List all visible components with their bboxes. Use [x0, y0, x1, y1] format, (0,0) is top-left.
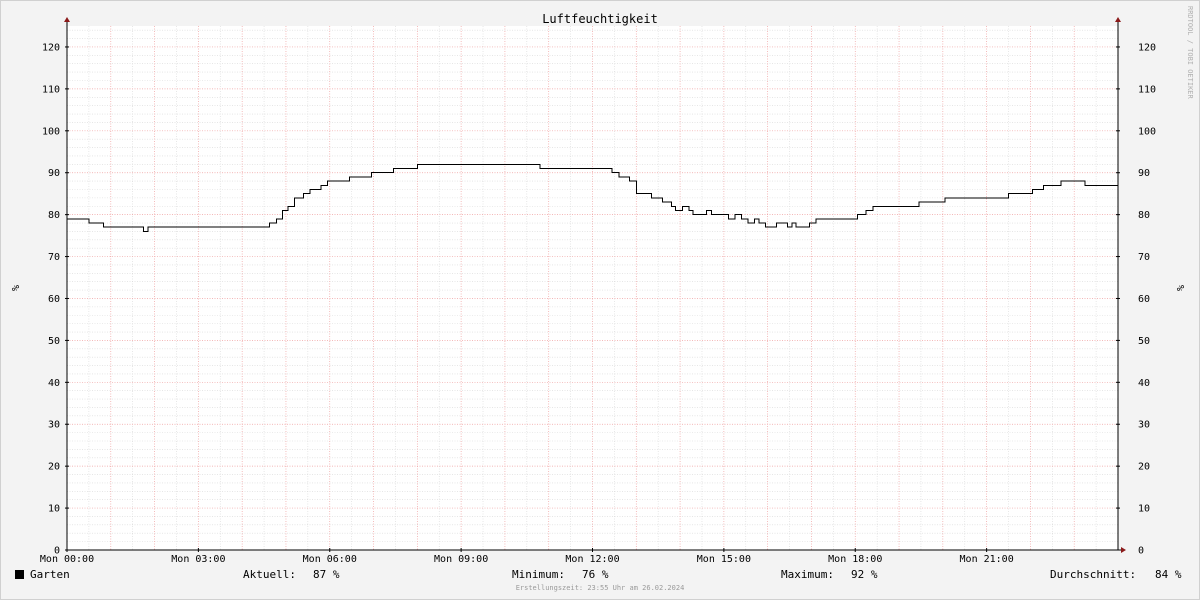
y-axis-label-left: %: [9, 285, 20, 291]
creation-timestamp: Erstellungszeit: 23:55 Uhr am 26.02.2024: [515, 584, 685, 592]
y-axis-arrow-left: [64, 17, 70, 22]
legend-series-name: Garten: [30, 568, 70, 581]
humidity-chart: 0 010 1020 2030 3040 4050 5060 6070 7080 8090 9010…: [9, 6, 1194, 565]
x-tick-label: Mon 15:00: [697, 554, 751, 565]
maximum-label: Maximum:: [781, 568, 834, 581]
y-tick-label-left: 10: [48, 504, 60, 515]
average-label: Durchschnitt:: [1050, 568, 1137, 581]
y-tick-label-left: 20: [48, 462, 60, 473]
y-tick-label-right: 30: [1138, 420, 1150, 431]
y-tick-label-right: 120: [1138, 42, 1156, 53]
x-tick-label: Mon 00:00: [40, 554, 94, 565]
x-tick-label: Mon 18:00: [828, 554, 882, 565]
y-tick-label-left: 70: [48, 252, 60, 263]
y-tick-label-left: 50: [48, 336, 60, 347]
x-tick-label: Mon 06:00: [303, 554, 357, 565]
maximum-value: 92 %: [851, 568, 878, 581]
y-tick-label-right: 10: [1138, 504, 1150, 515]
y-tick-label-left: 110: [42, 84, 60, 95]
minimum-value: 76 %: [582, 568, 609, 581]
y-tick-label-right: 40: [1138, 378, 1150, 389]
current-value: 87 %: [313, 568, 340, 581]
y-tick-label-right: 100: [1138, 126, 1156, 137]
y-axis-label-right: %: [1174, 285, 1185, 291]
y-tick-label-right: 90: [1138, 168, 1150, 179]
x-tick-label: Mon 21:00: [960, 554, 1014, 565]
x-tick-label: Mon 09:00: [434, 554, 488, 565]
y-tick-label-right: 80: [1138, 210, 1150, 221]
y-tick-label-left: 60: [48, 294, 60, 305]
y-tick-label-right: 110: [1138, 84, 1156, 95]
y-tick-label-right: 60: [1138, 294, 1150, 305]
chart-title: Luftfeuchtigkeit: [542, 12, 658, 26]
y-axis-arrow-right: [1115, 17, 1121, 22]
x-tick-label: Mon 12:00: [565, 554, 619, 565]
minimum-label: Minimum:: [512, 568, 565, 581]
y-tick-label-left: 80: [48, 210, 60, 221]
current-label: Aktuell:: [243, 568, 296, 581]
y-tick-label-left: 30: [48, 420, 60, 431]
y-tick-label-right: 70: [1138, 252, 1150, 263]
y-tick-label-right: 20: [1138, 462, 1150, 473]
rrdtool-watermark: RRDTOOL / TOBI OETIKER: [1186, 6, 1194, 100]
y-tick-label-right: 50: [1138, 336, 1150, 347]
average-value: 84 %: [1155, 568, 1182, 581]
y-tick-label-left: 100: [42, 126, 60, 137]
y-tick-label-right: 0: [1138, 546, 1144, 557]
x-axis-arrow: [1121, 547, 1126, 553]
legend-swatch-garten: [15, 570, 24, 579]
y-tick-label-left: 90: [48, 168, 60, 179]
x-tick-label: Mon 03:00: [171, 554, 225, 565]
y-tick-label-left: 40: [48, 378, 60, 389]
y-tick-label-left: 120: [42, 42, 60, 53]
